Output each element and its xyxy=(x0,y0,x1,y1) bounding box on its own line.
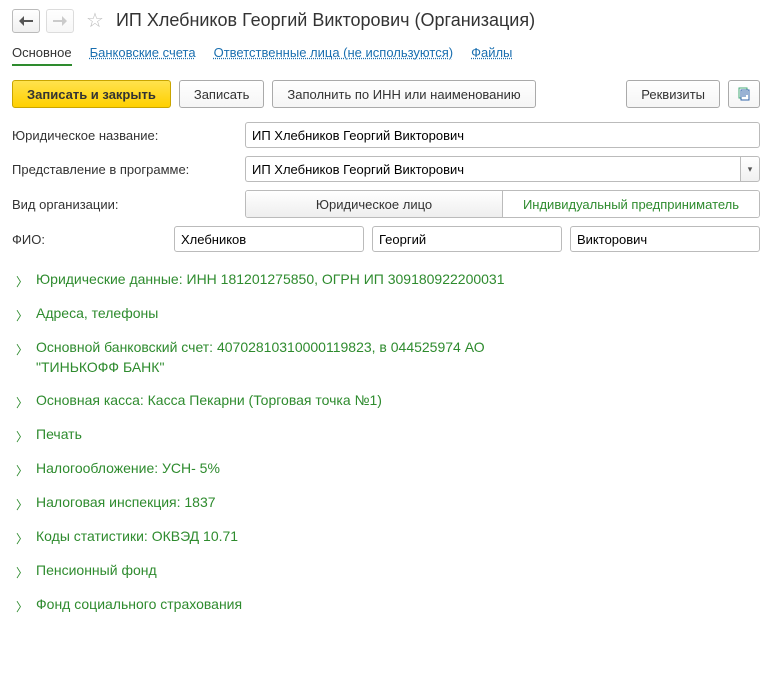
representation-dropdown-button[interactable]: ▾ xyxy=(740,156,760,182)
representation-row: Представление в программе: ▾ xyxy=(12,156,760,182)
chevron-right-icon: 〉 xyxy=(16,394,28,411)
tab-responsible[interactable]: Ответственные лица (не используются) xyxy=(214,45,453,66)
section-label: Печать xyxy=(36,425,82,445)
legal-name-label: Юридическое название: xyxy=(12,128,237,143)
section-addresses[interactable]: 〉 Адреса, телефоны xyxy=(16,304,760,324)
section-label: Налоговая инспекция: 1837 xyxy=(36,493,216,513)
page-title: ИП Хлебников Георгий Викторович (Организ… xyxy=(116,10,535,31)
fill-by-inn-button[interactable]: Заполнить по ИНН или наименованию xyxy=(272,80,535,108)
representation-label: Представление в программе: xyxy=(12,162,237,177)
chevron-right-icon: 〉 xyxy=(16,564,28,581)
chevron-right-icon: 〉 xyxy=(16,428,28,445)
org-type-label: Вид организации: xyxy=(12,197,237,212)
org-type-individual[interactable]: Индивидуальный предприниматель xyxy=(503,191,759,217)
arrow-left-icon xyxy=(19,16,33,26)
save-and-close-button[interactable]: Записать и закрыть xyxy=(12,80,171,108)
save-button[interactable]: Записать xyxy=(179,80,265,108)
patronymic-input[interactable] xyxy=(570,226,760,252)
fio-row: ФИО: xyxy=(12,226,760,252)
requisites-button[interactable]: Реквизиты xyxy=(626,80,720,108)
section-label: Коды статистики: ОКВЭД 10.71 xyxy=(36,527,238,547)
collapsible-sections: 〉 Юридические данные: ИНН 181201275850, … xyxy=(12,270,760,615)
chevron-right-icon: 〉 xyxy=(16,530,28,547)
section-tax-inspection[interactable]: 〉 Налоговая инспекция: 1837 xyxy=(16,493,760,513)
section-statistics-codes[interactable]: 〉 Коды статистики: ОКВЭД 10.71 xyxy=(16,527,760,547)
section-label: Основная касса: Касса Пекарни (Торговая … xyxy=(36,391,382,411)
section-label: Адреса, телефоны xyxy=(36,304,158,324)
section-label: Пенсионный фонд xyxy=(36,561,157,581)
chevron-right-icon: 〉 xyxy=(16,307,28,324)
tabs: Основное Банковские счета Ответственные … xyxy=(12,45,760,68)
toolbar: Записать и закрыть Записать Заполнить по… xyxy=(12,80,760,108)
section-print[interactable]: 〉 Печать xyxy=(16,425,760,445)
section-cash-register[interactable]: 〉 Основная касса: Касса Пекарни (Торгова… xyxy=(16,391,760,411)
chevron-right-icon: 〉 xyxy=(16,462,28,479)
back-button[interactable] xyxy=(12,9,40,33)
section-taxation[interactable]: 〉 Налогообложение: УСН- 5% xyxy=(16,459,760,479)
header-row: ☆ ИП Хлебников Георгий Викторович (Орган… xyxy=(12,8,760,33)
tab-bank-accounts[interactable]: Банковские счета xyxy=(90,45,196,66)
fio-label: ФИО: xyxy=(12,232,166,247)
attachments-button[interactable] xyxy=(728,80,760,108)
representation-input[interactable] xyxy=(245,156,740,182)
forward-button[interactable] xyxy=(46,9,74,33)
chevron-right-icon: 〉 xyxy=(16,598,28,615)
chevron-right-icon: 〉 xyxy=(16,496,28,513)
chevron-right-icon: 〉 xyxy=(16,341,28,358)
legal-name-input[interactable] xyxy=(245,122,760,148)
favorite-star-icon[interactable]: ☆ xyxy=(86,8,104,33)
lastname-input[interactable] xyxy=(174,226,364,252)
org-type-toggle: Юридическое лицо Индивидуальный предприн… xyxy=(245,190,760,218)
section-label: Основной банковский счет: 40702810310000… xyxy=(36,338,536,377)
firstname-input[interactable] xyxy=(372,226,562,252)
section-label: Налогообложение: УСН- 5% xyxy=(36,459,220,479)
section-label: Фонд социального страхования xyxy=(36,595,242,615)
paperclip-icon xyxy=(736,86,752,102)
chevron-right-icon: 〉 xyxy=(16,273,28,290)
section-pension-fund[interactable]: 〉 Пенсионный фонд xyxy=(16,561,760,581)
section-label: Юридические данные: ИНН 181201275850, ОГ… xyxy=(36,270,505,290)
tab-files[interactable]: Файлы xyxy=(471,45,512,66)
tab-main[interactable]: Основное xyxy=(12,45,72,66)
org-type-legal[interactable]: Юридическое лицо xyxy=(246,191,503,217)
org-type-row: Вид организации: Юридическое лицо Индиви… xyxy=(12,190,760,218)
arrow-right-icon xyxy=(53,16,67,26)
section-legal-data[interactable]: 〉 Юридические данные: ИНН 181201275850, … xyxy=(16,270,760,290)
legal-name-row: Юридическое название: xyxy=(12,122,760,148)
section-social-insurance[interactable]: 〉 Фонд социального страхования xyxy=(16,595,760,615)
section-bank-account[interactable]: 〉 Основной банковский счет: 407028103100… xyxy=(16,338,760,377)
